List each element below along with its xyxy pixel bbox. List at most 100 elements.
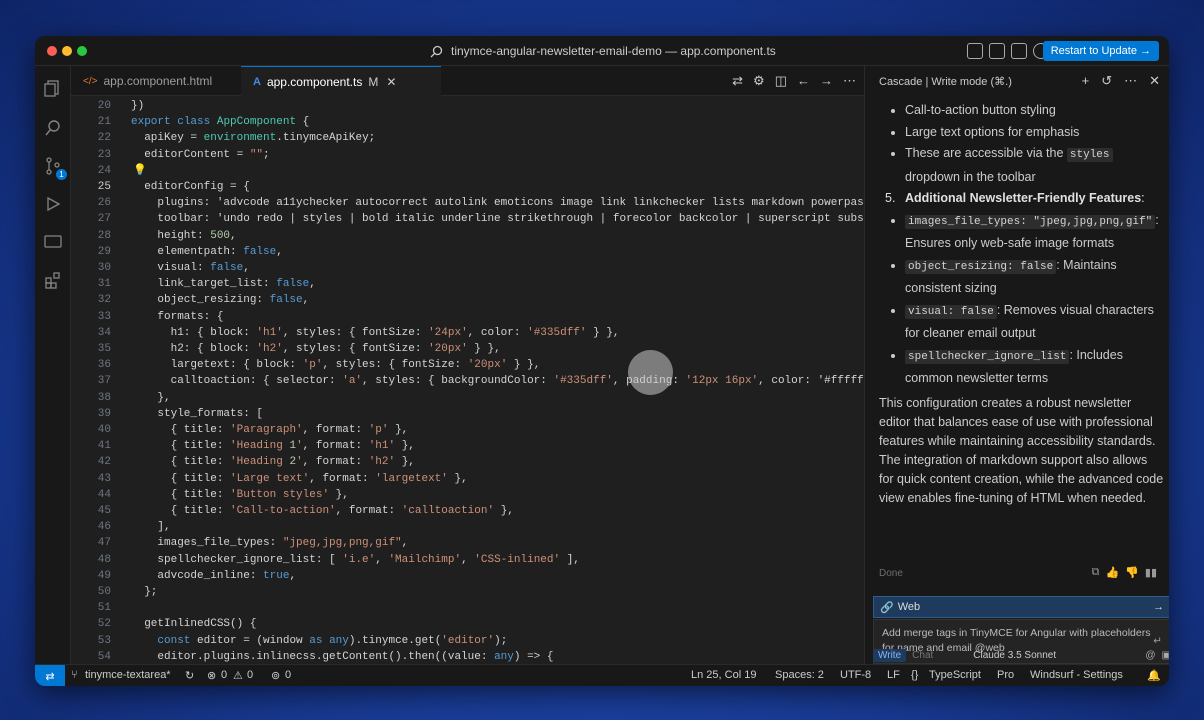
thumbs-down-icon[interactable]: 👎 [1125, 566, 1139, 579]
language-mode[interactable]: TypeScript [929, 669, 981, 681]
toggle-panel-icon[interactable] [989, 43, 1005, 59]
arrow-right-icon[interactable]: → [1153, 601, 1164, 613]
link-icon: 🔗 [880, 601, 894, 614]
end-of-line[interactable]: LF [887, 669, 900, 681]
code-line[interactable]: ], [131, 519, 170, 535]
remote-explorer-icon[interactable] [43, 232, 63, 252]
line-number: 45 [97, 505, 111, 517]
branch-name[interactable]: tinymce-textarea* [85, 669, 171, 681]
encoding[interactable]: UTF-8 [840, 669, 871, 681]
list-item: spellchecker_ignore_list: Includes commo… [879, 345, 1164, 390]
code-line[interactable]: { title: 'Large text', format: 'largetex… [131, 471, 468, 487]
source-control-icon[interactable]: 1 [43, 156, 67, 180]
new-conversation-icon[interactable]: + [1082, 73, 1090, 89]
lightbulb-icon[interactable]: 💡 [133, 163, 147, 176]
code-line[interactable]: { title: 'Heading 1', format: 'h1' }, [131, 438, 415, 454]
code-line[interactable]: h1: { block: 'h1', styles: { fontSize: '… [131, 325, 620, 341]
code-line[interactable]: { title: 'Paragraph', format: 'p' }, [131, 422, 409, 438]
close-icon[interactable]: ✕ [386, 75, 396, 89]
code-line[interactable]: const editor = (window as any).tinymce.g… [131, 633, 507, 649]
code-line[interactable]: formats: { [131, 309, 223, 325]
line-number: 30 [97, 262, 111, 274]
line-number: 23 [97, 148, 111, 161]
model-selector[interactable]: Claude 3.5 Sonnet [973, 650, 1056, 661]
extensions-icon[interactable] [43, 270, 63, 290]
modified-indicator: M [368, 74, 379, 89]
write-mode-button[interactable]: Write [873, 648, 907, 662]
search-icon[interactable] [43, 118, 63, 138]
tab-app-component-ts[interactable]: A app.component.ts M ✕ [241, 66, 441, 96]
toggle-sidebar-icon[interactable] [967, 43, 983, 59]
code-line[interactable]: }) [131, 98, 144, 114]
panel-title: Cascade | Write mode (⌘.) [879, 75, 1012, 88]
close-icon[interactable]: ✕ [1149, 73, 1160, 89]
tab-app-component-html[interactable]: </> app.component.html [71, 66, 239, 96]
editor-tabs: </> app.component.html A app.component.t… [71, 66, 864, 96]
go-back-icon[interactable]: ← [797, 73, 810, 89]
history-icon[interactable]: ↺ [1101, 73, 1112, 89]
code-line[interactable]: object_resizing: false, [131, 292, 309, 308]
code-line[interactable]: getInlinedCSS() { [131, 616, 256, 632]
code-line[interactable]: editorContent = ""; [131, 147, 269, 163]
code-line[interactable]: visual: false, [131, 260, 249, 276]
code-line[interactable]: plugins: 'advcode a11ychecker autocorrec… [131, 195, 864, 211]
code-line[interactable]: editorConfig = { [131, 179, 250, 195]
code-line[interactable]: link_target_list: false, [131, 276, 315, 292]
command-center[interactable]: tinymce-angular-newsletter-email-demo — … [430, 43, 776, 59]
code-line[interactable]: images_file_types: "jpeg,jpg,png,gif", [131, 535, 408, 551]
split-editor-icon[interactable]: ◫ [775, 73, 787, 89]
error-count[interactable]: 0 [221, 669, 227, 681]
line-number: 48 [97, 553, 111, 566]
line-number: 33 [97, 310, 111, 323]
code-line[interactable]: { title: 'Heading 2', format: 'h2' }, [131, 454, 415, 470]
code-editor[interactable]: 20}) 21 export class AppComponent {22 apiK… [71, 96, 864, 664]
toggle-secondary-sidebar-icon[interactable] [1011, 43, 1027, 59]
cascade-panel: Cascade | Write mode (⌘.) + ↺ ⋯ ✕ Call-t… [864, 66, 1169, 664]
cursor-position[interactable]: Ln 25, Col 19 [691, 669, 756, 681]
remote-indicator-icon[interactable]: ⇄ [35, 665, 65, 686]
gear-icon[interactable]: ⚙ [753, 73, 765, 89]
stats-icon[interactable]: ▮▮ [1145, 566, 1157, 579]
indentation[interactable]: Spaces: 2 [775, 669, 824, 681]
code-line[interactable]: advcode_inline: true, [131, 568, 296, 584]
line-number: 40 [97, 424, 111, 436]
plan-label[interactable]: Pro [997, 669, 1014, 681]
maximize-window-button[interactable] [77, 46, 87, 56]
code-line[interactable]: }; [131, 584, 157, 600]
code-line[interactable]: calltoaction: { selector: 'a', styles: {… [131, 373, 864, 389]
thumbs-up-icon[interactable]: 👍 [1105, 566, 1119, 579]
code-line[interactable]: apiKey = environment.tinymceApiKey; [131, 130, 375, 146]
mention-icon[interactable]: @ [1145, 650, 1155, 661]
compare-icon[interactable]: ⇄ [732, 73, 743, 89]
code-line[interactable]: export class AppComponent { [131, 114, 309, 130]
close-window-button[interactable] [47, 46, 57, 56]
warning-count[interactable]: 0 [247, 669, 253, 681]
more-icon[interactable]: ⋯ [1124, 73, 1137, 89]
code-line[interactable]: elementpath: false, [131, 244, 282, 260]
explorer-icon[interactable] [43, 78, 63, 98]
chat-mode-button[interactable]: Chat [912, 650, 933, 661]
code-line[interactable]: style_formats: [ [131, 406, 263, 422]
code-line[interactable]: spellchecker_ignore_list: [ 'i.e', 'Mail… [131, 552, 580, 568]
code-line[interactable]: toolbar: 'undo redo | styles | bold ital… [131, 211, 864, 227]
copy-icon[interactable]: ⧉ [1092, 566, 1100, 579]
go-forward-icon[interactable]: → [820, 73, 833, 89]
code-line[interactable]: h2: { block: 'h2', styles: { fontSize: '… [131, 341, 501, 357]
code-line[interactable]: { title: 'Call-to-action', format: 'call… [131, 503, 514, 519]
sync-icon[interactable]: ↻ [185, 669, 194, 682]
more-actions-icon[interactable]: ⋯ [843, 73, 856, 89]
image-icon[interactable]: ▣ [1162, 650, 1169, 661]
web-context-chip[interactable]: 🔗 Web → [873, 596, 1169, 618]
ports-count[interactable]: 0 [285, 669, 291, 681]
scm-badge: 1 [56, 169, 67, 180]
code-line[interactable]: editor.plugins.inlinecss.getContent().th… [131, 649, 553, 664]
code-line[interactable]: height: 500, [131, 228, 236, 244]
notifications-icon[interactable]: 🔔 [1147, 669, 1161, 682]
restart-to-update-button[interactable]: Restart to Update → [1042, 41, 1159, 61]
code-line[interactable]: { title: 'Button styles' }, [131, 487, 349, 503]
code-line[interactable]: }, [131, 390, 170, 406]
windsurf-settings[interactable]: Windsurf - Settings [1030, 669, 1123, 681]
minimize-window-button[interactable] [62, 46, 72, 56]
code-line[interactable]: largetext: { block: 'p', styles: { fontS… [131, 357, 541, 373]
run-debug-icon[interactable] [43, 194, 63, 214]
